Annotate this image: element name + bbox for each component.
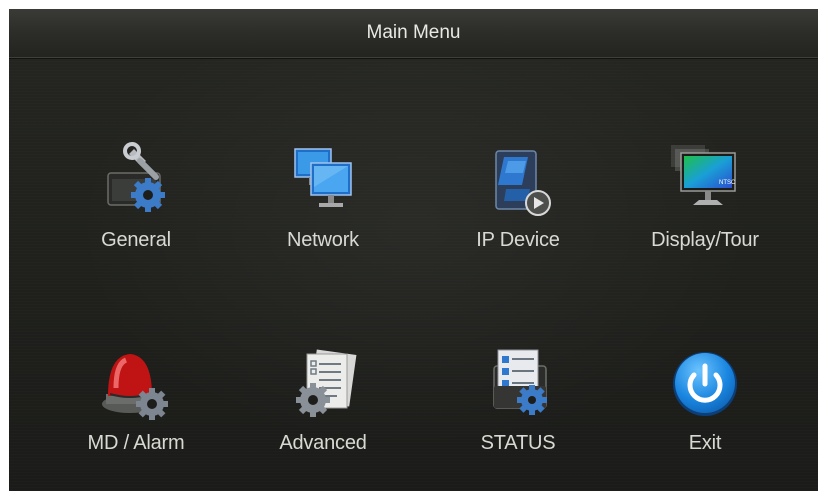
menu-item-display-tour[interactable]: NTSC Display/Tour	[615, 139, 795, 279]
menu-item-ip-device[interactable]: IP Device	[428, 139, 608, 279]
menu-item-label: Network	[287, 229, 359, 251]
advanced-document-gear-icon	[281, 342, 365, 426]
menu-item-label: Advanced	[279, 432, 367, 454]
status-checklist-icon	[476, 342, 560, 426]
alarm-siren-icon	[94, 342, 178, 426]
menu-item-label: Exit	[688, 432, 722, 454]
menu-item-advanced[interactable]: Advanced	[233, 342, 413, 482]
power-icon	[663, 342, 747, 426]
ip-device-icon	[476, 139, 560, 223]
title-bar: Main Menu	[9, 9, 818, 58]
menu-item-exit[interactable]: Exit	[615, 342, 795, 482]
menu-item-label: Display/Tour	[651, 229, 759, 251]
general-settings-icon	[94, 139, 178, 223]
ntsc-badge: NTSC	[719, 180, 736, 186]
network-monitors-icon	[281, 139, 365, 223]
menu-item-md-alarm[interactable]: MD / Alarm	[46, 342, 226, 482]
menu-item-label: IP Device	[476, 229, 560, 251]
display-monitor-icon: NTSC	[663, 139, 747, 223]
main-menu-window: Main Menu General Network IP Device NTSC…	[9, 9, 818, 491]
menu-item-label: General	[101, 229, 171, 251]
window-title: Main Menu	[366, 22, 461, 43]
menu-item-network[interactable]: Network	[233, 139, 413, 279]
menu-item-label: STATUS	[480, 432, 556, 454]
menu-item-general[interactable]: General	[46, 139, 226, 279]
menu-item-status[interactable]: STATUS	[428, 342, 608, 482]
menu-item-label: MD / Alarm	[87, 432, 185, 454]
